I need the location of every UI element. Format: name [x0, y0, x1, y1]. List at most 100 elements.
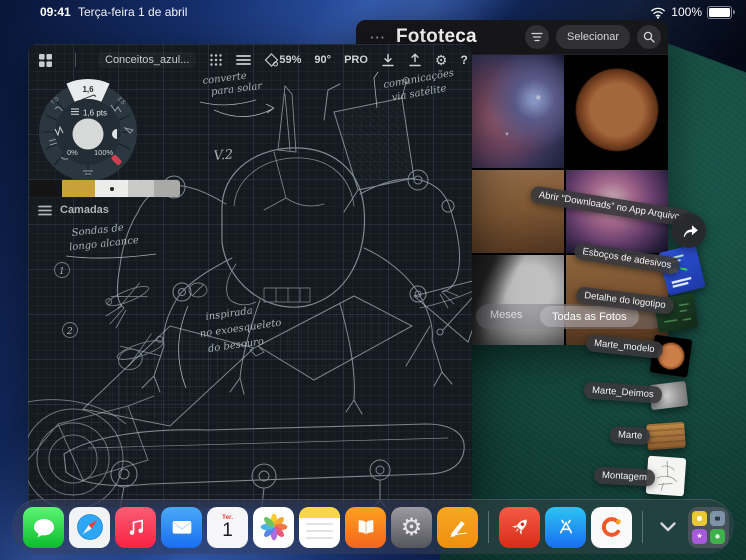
dock-divider-2	[642, 511, 643, 543]
active-pen-size: 1,6	[82, 85, 94, 94]
books-open-book-icon	[358, 520, 373, 535]
lines-icon[interactable]	[236, 54, 252, 66]
search-icon	[643, 31, 655, 43]
opacity-max-label: 100%	[94, 148, 114, 157]
dock-app-photos[interactable]	[253, 506, 294, 548]
dock-app-safari[interactable]	[69, 506, 110, 548]
color-preview[interactable]	[72, 118, 104, 150]
dock-collapse-chevron[interactable]	[659, 521, 677, 533]
photo-thumbnail-horsehead-nebula[interactable]	[472, 54, 564, 168]
drawing-toolbar: Conceitos_azul... 59% 90° PRO ⚙ ?	[28, 44, 472, 76]
chevron-down-icon	[660, 522, 676, 532]
select-button[interactable]: Selecionar	[556, 25, 630, 49]
dock-app-music[interactable]	[115, 506, 156, 548]
rotation-button[interactable]: 90°	[314, 54, 331, 66]
app-library-grid-icon: ★	[692, 510, 725, 544]
calendar-day: 1	[222, 520, 233, 542]
photo-thumbnail-mars-landscape[interactable]	[472, 170, 564, 253]
layers-label: Camadas	[60, 204, 109, 216]
import-icon[interactable]	[381, 53, 395, 67]
wifi-icon	[651, 7, 666, 19]
dock-app-library[interactable]: ★	[688, 506, 729, 548]
mars-thumbnail[interactable]	[646, 421, 686, 451]
battery-percent: 100%	[671, 5, 702, 19]
annotation-number-2: 2	[66, 327, 73, 337]
zoom-level-button[interactable]: 59%	[279, 54, 301, 66]
annotation-number-1: 1	[59, 267, 65, 277]
swatch-gray[interactable]	[154, 180, 180, 197]
annotation-version: V.2	[213, 147, 234, 164]
layers-button[interactable]: Camadas	[38, 204, 109, 216]
tab-months[interactable]: Meses	[490, 309, 522, 321]
dock-app-c[interactable]	[591, 506, 632, 548]
stroke-size-label: 1,6 pts	[83, 109, 107, 118]
share-button[interactable]	[671, 213, 706, 248]
drawing-window[interactable]: converte para solar comunicações via sat…	[28, 44, 472, 508]
dock-app-calendar[interactable]: Ter. 1	[207, 506, 248, 548]
drag-label-montage: Montagem	[593, 466, 656, 487]
opacity-min-label: 0%	[67, 148, 78, 157]
help-button[interactable]: ?	[460, 53, 467, 67]
document-title[interactable]: Conceitos_azul...	[98, 52, 197, 68]
dock-app-concepts[interactable]	[437, 506, 478, 548]
dock-app-rocket[interactable]	[499, 506, 540, 548]
annotation-probes-line1: Sondas de	[71, 223, 124, 239]
lasso-shape-icon[interactable]	[264, 53, 279, 67]
annotation-solar-line2: para solar	[210, 81, 264, 98]
annotation-beetle-line2: no exoesqueleto	[199, 318, 282, 340]
drag-label-mars: Marte	[609, 425, 651, 446]
dock: Ter. 1 ⚙ ★	[12, 499, 734, 554]
settings-gear-icon[interactable]: ⚙	[435, 53, 448, 67]
annotation-beetle-line1: inspirada	[205, 305, 254, 323]
dock-divider	[488, 511, 489, 543]
more-options-button[interactable]: ···	[370, 30, 386, 45]
dock-app-settings[interactable]: ⚙	[391, 506, 432, 548]
messages-bubble-icon	[33, 519, 54, 538]
annotation-comm-line2: via satélite	[391, 83, 448, 103]
ipad-screen: ··· Fototeca Selecionar Meses Todas as F…	[0, 0, 746, 560]
rocket-icon	[511, 519, 527, 535]
tab-all-photos[interactable]: Todas as Fotos	[540, 306, 639, 327]
pen-icon	[450, 521, 467, 537]
export-icon[interactable]	[408, 53, 422, 67]
toolbar-divider	[75, 53, 76, 67]
annotation-beetle-line3: do besouro	[207, 336, 264, 355]
appstore-a-icon	[559, 519, 572, 534]
dock-app-appstore[interactable]	[545, 506, 586, 548]
photo-thumbnail-spacecraft[interactable]	[472, 255, 564, 345]
dock-app-messages[interactable]	[23, 506, 64, 548]
tool-wheel[interactable]: 1,6 7,0 3,5 1,6 pts 0% 100%	[35, 79, 141, 185]
dock-app-books[interactable]	[345, 506, 386, 548]
filter-lines-icon	[531, 32, 543, 42]
swatch-black[interactable]	[30, 180, 62, 197]
mail-envelope-icon	[172, 521, 191, 534]
workspace-grid-icon[interactable]	[38, 53, 53, 68]
settings-gears-icon: ⚙	[400, 513, 423, 541]
c-swirl-icon	[601, 517, 621, 537]
safari-compass-icon	[76, 514, 103, 540]
status-date: Terça-feira 1 de abril	[78, 5, 188, 19]
robot-side-sketch	[63, 280, 472, 508]
share-forward-icon	[683, 225, 698, 237]
dock-app-mail[interactable]	[161, 506, 202, 548]
robot-main-sketch	[105, 77, 461, 415]
search-button[interactable]	[637, 25, 661, 49]
photo-thumbnail-mars-globe[interactable]	[566, 54, 668, 168]
probe-sketches	[54, 262, 208, 371]
battery-icon	[707, 5, 735, 19]
annotation-probes-line2: longo alcance	[69, 235, 140, 253]
swatch-light-gray[interactable]	[128, 180, 154, 197]
status-bar: 09:41 Terça-feira 1 de abril 100%	[0, 0, 746, 22]
music-note-icon	[129, 519, 143, 535]
dock-app-notes[interactable]	[299, 506, 340, 548]
contrast-icon	[112, 129, 122, 139]
photos-flower-icon	[260, 513, 287, 541]
pro-badge[interactable]: PRO	[344, 54, 368, 66]
swatch-white-selected[interactable]	[95, 180, 128, 197]
filter-button[interactable]	[525, 25, 550, 49]
notes-yellow-bar	[299, 506, 340, 518]
layers-icon	[38, 205, 52, 215]
swatch-gold[interactable]	[62, 180, 95, 197]
robot-rear-sketch	[28, 395, 155, 508]
dots-grid-icon[interactable]	[209, 53, 223, 67]
